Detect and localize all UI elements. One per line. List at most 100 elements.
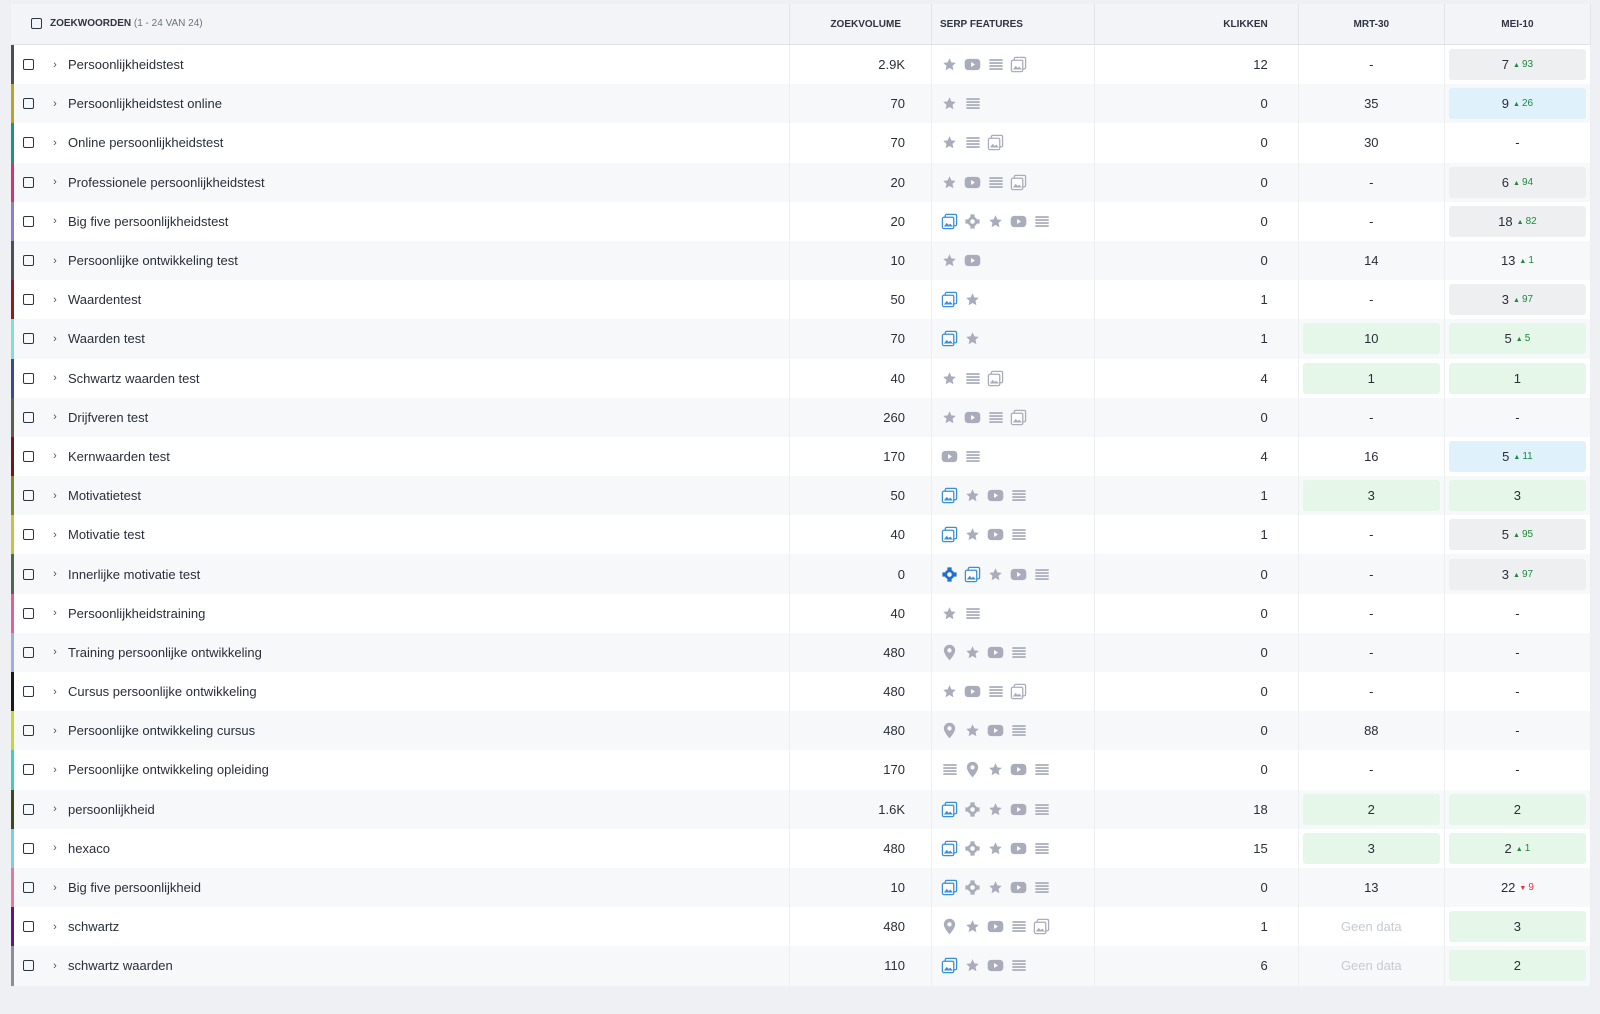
row-checkbox[interactable] [23, 411, 34, 423]
keyword-text[interactable]: Persoonlijkheidstraining [68, 606, 205, 621]
video-icon[interactable] [1010, 840, 1027, 857]
keyword-text[interactable]: Motivatietest [68, 488, 141, 503]
star-icon[interactable] [964, 644, 981, 661]
header-date-mrt[interactable]: MRT-30 [1298, 4, 1445, 45]
position-mrt[interactable]: - [1303, 284, 1440, 315]
list-icon[interactable] [964, 448, 981, 465]
position-mei[interactable]: 3 [1448, 480, 1586, 512]
row-checkbox[interactable] [23, 215, 34, 227]
list-icon[interactable] [987, 174, 1004, 191]
expand-chevron-icon[interactable]: › [44, 215, 66, 227]
keyword-text[interactable]: Persoonlijkheidstest [68, 57, 184, 72]
table-row[interactable]: › Waarden test 70 1 10 5 ▲ 5 [11, 319, 1592, 359]
position-mei[interactable]: - [1449, 402, 1586, 433]
local-pack-icon[interactable] [941, 722, 958, 739]
keyword-text[interactable]: Schwartz waarden test [68, 371, 200, 386]
expand-chevron-icon[interactable]: › [44, 450, 66, 462]
expand-chevron-icon[interactable]: › [44, 646, 66, 658]
video-icon[interactable] [1010, 761, 1027, 778]
position-mrt[interactable]: 3 [1302, 832, 1440, 864]
select-all-checkbox[interactable] [31, 18, 42, 30]
video-icon[interactable] [987, 957, 1004, 974]
star-icon[interactable] [987, 213, 1004, 230]
list-icon[interactable] [987, 56, 1004, 73]
table-row[interactable]: › Persoonlijke ontwikkeling opleiding 170 0… [11, 750, 1592, 790]
knowledge-panel-icon[interactable] [941, 566, 958, 583]
table-row[interactable]: › Schwartz waarden test 40 4 1 1 [11, 358, 1592, 398]
image-pack-icon[interactable] [941, 957, 958, 974]
star-icon[interactable] [964, 487, 981, 504]
list-icon[interactable] [987, 683, 1004, 700]
position-mrt[interactable]: - [1303, 206, 1440, 237]
list-icon[interactable] [1033, 801, 1050, 818]
header-clicks[interactable]: KLIKKEN [1094, 4, 1299, 45]
expand-chevron-icon[interactable]: › [44, 333, 66, 345]
list-icon[interactable] [1010, 526, 1027, 543]
position-mrt[interactable]: Geen data [1303, 950, 1440, 981]
video-icon[interactable] [987, 918, 1004, 935]
video-icon[interactable] [987, 644, 1004, 661]
list-icon[interactable] [1033, 761, 1050, 778]
position-mrt[interactable]: Geen data [1303, 911, 1440, 942]
table-row[interactable]: › Drijfveren test 260 0- - [11, 397, 1592, 437]
row-checkbox[interactable] [23, 255, 34, 267]
row-checkbox[interactable] [23, 725, 34, 737]
image-pack-icon[interactable] [941, 840, 958, 857]
keyword-text[interactable]: Big five persoonlijkheid [68, 880, 201, 895]
row-checkbox[interactable] [23, 98, 34, 110]
position-mrt[interactable]: 3 [1302, 480, 1440, 512]
image-pack-icon[interactable] [964, 566, 981, 583]
expand-chevron-icon[interactable]: › [44, 960, 66, 972]
local-pack-icon[interactable] [941, 918, 958, 935]
keyword-text[interactable]: Persoonlijkheidstest online [68, 96, 222, 111]
position-mrt[interactable]: - [1303, 519, 1440, 550]
list-icon[interactable] [1010, 722, 1027, 739]
position-mei[interactable]: 7 ▲ 93 [1448, 49, 1586, 81]
row-checkbox[interactable] [23, 646, 34, 658]
row-checkbox[interactable] [23, 803, 34, 815]
list-icon[interactable] [1033, 213, 1050, 230]
expand-chevron-icon[interactable]: › [44, 686, 66, 698]
keyword-text[interactable]: Motivatie test [68, 527, 145, 542]
row-checkbox[interactable] [23, 529, 34, 541]
expand-chevron-icon[interactable]: › [44, 803, 66, 815]
row-checkbox[interactable] [23, 372, 34, 384]
position-mei[interactable]: 3 ▲ 97 [1448, 284, 1586, 316]
star-icon[interactable] [941, 56, 958, 73]
position-mrt[interactable]: - [1303, 598, 1440, 629]
list-icon[interactable] [1010, 957, 1027, 974]
row-checkbox[interactable] [23, 764, 34, 776]
video-icon[interactable] [964, 409, 981, 426]
expand-chevron-icon[interactable]: › [44, 98, 66, 110]
expand-chevron-icon[interactable]: › [44, 921, 66, 933]
header-volume[interactable]: ZOEKVOLUME [789, 4, 932, 45]
star-icon[interactable] [987, 761, 1004, 778]
expand-chevron-icon[interactable]: › [44, 411, 66, 423]
expand-chevron-icon[interactable]: › [44, 568, 66, 580]
video-icon[interactable] [964, 56, 981, 73]
row-checkbox[interactable] [23, 333, 34, 345]
position-mei[interactable]: 1 [1448, 362, 1586, 394]
position-mrt[interactable]: 13 [1303, 872, 1440, 903]
star-icon[interactable] [941, 134, 958, 151]
table-row[interactable]: › Professionele persoonlijkheidstest 20 0-6… [11, 162, 1592, 202]
position-mrt[interactable]: - [1303, 754, 1440, 785]
image-icon[interactable] [1010, 56, 1027, 73]
star-icon[interactable] [941, 174, 958, 191]
expand-chevron-icon[interactable]: › [44, 882, 66, 894]
star-icon[interactable] [964, 330, 981, 347]
position-mei[interactable]: 22 ▼ 9 [1449, 872, 1586, 903]
image-pack-icon[interactable] [941, 801, 958, 818]
position-mei[interactable]: - [1449, 637, 1586, 668]
position-mrt[interactable]: 10 [1302, 323, 1440, 355]
position-mrt[interactable]: - [1303, 167, 1440, 198]
expand-chevron-icon[interactable]: › [44, 764, 66, 776]
expand-chevron-icon[interactable]: › [44, 490, 66, 502]
table-row[interactable]: › Waardentest 50 1-3 ▲ 97 [11, 280, 1592, 320]
video-icon[interactable] [987, 722, 1004, 739]
table-row[interactable]: › Persoonlijkheidstraining 40 0- - [11, 593, 1592, 633]
row-checkbox[interactable] [23, 137, 34, 149]
keyword-text[interactable]: Persoonlijke ontwikkeling opleiding [68, 762, 269, 777]
video-icon[interactable] [987, 526, 1004, 543]
row-checkbox[interactable] [23, 59, 34, 71]
